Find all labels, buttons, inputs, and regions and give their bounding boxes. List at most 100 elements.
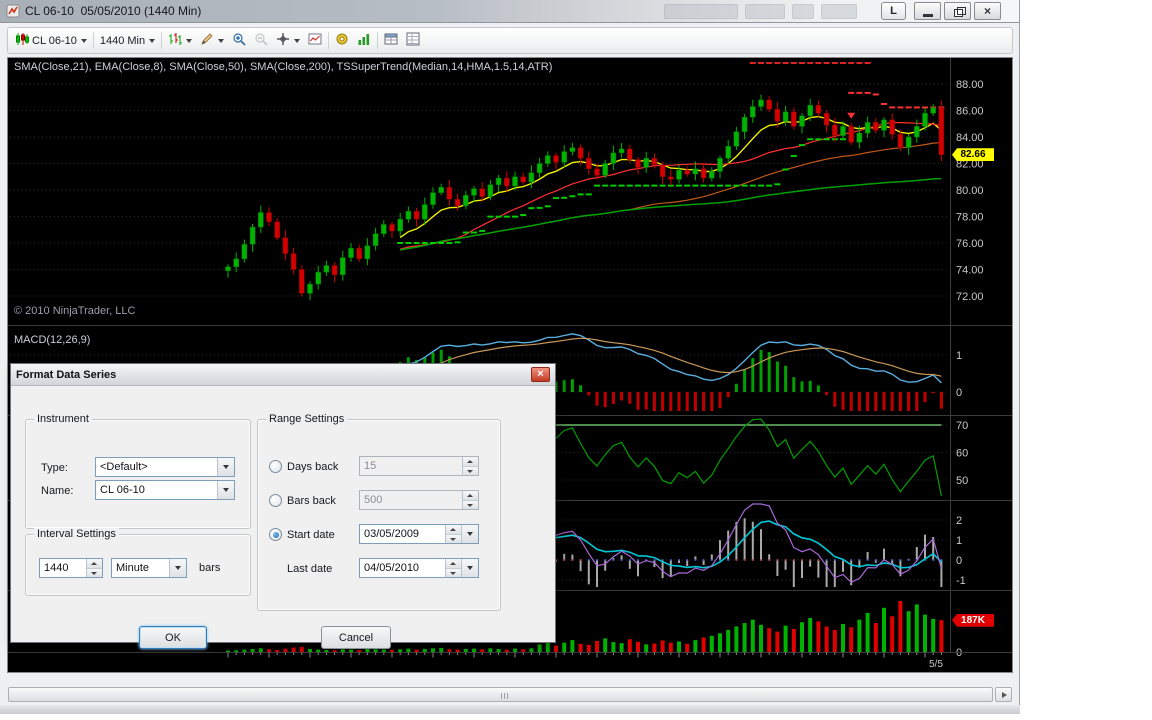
instrument-label: CL 06-10 <box>32 34 77 47</box>
zoom-out-button[interactable] <box>250 30 272 51</box>
range-settings-group-title: Range Settings <box>266 413 348 425</box>
spinner-arrows-icon[interactable] <box>86 559 102 577</box>
start-date-picker[interactable]: 03/05/2009 <box>359 524 479 544</box>
svg-text:-1: -1 <box>956 575 966 587</box>
ghost-box <box>821 3 857 19</box>
keyboard-l-button[interactable]: L <box>881 2 906 20</box>
instrument-group-title: Instrument <box>34 413 92 425</box>
chevron-down-icon[interactable] <box>169 559 186 577</box>
chart-toolbar: CL 06-10 1440 Min <box>7 27 1013 54</box>
bars-back-input[interactable]: 500 <box>359 490 479 510</box>
instrument-selector[interactable]: CL 06-10 <box>11 30 91 51</box>
days-back-label: Days back <box>287 461 339 473</box>
svg-text:1: 1 <box>956 535 962 547</box>
start-date-value: 03/05/2009 <box>364 528 420 540</box>
cancel-button[interactable]: Cancel <box>321 626 391 649</box>
strategies-icon <box>335 32 349 49</box>
draw-tools-button[interactable] <box>196 30 228 51</box>
calendar-dropdown-icon[interactable] <box>461 525 478 543</box>
strategies-button[interactable] <box>331 30 353 51</box>
zoom-in-icon <box>232 32 246 49</box>
interval-selector[interactable]: 1440 Min <box>96 33 159 49</box>
toolbar-separator <box>92 32 94 49</box>
scrollbar-right-arrow[interactable] <box>995 687 1012 702</box>
svg-text:50: 50 <box>956 475 968 487</box>
databox-button[interactable] <box>380 30 402 51</box>
spinner-arrows-icon[interactable] <box>445 525 461 543</box>
restore-button[interactable] <box>944 2 971 20</box>
calendar-dropdown-icon[interactable] <box>461 559 478 577</box>
last-date-label: Last date <box>287 563 333 575</box>
name-value: CL 06-10 <box>100 484 145 496</box>
copyright-label: © 2010 NinjaTrader, LLC <box>14 305 136 317</box>
toolbar-separator <box>328 32 330 49</box>
name-label: Name: <box>41 485 74 497</box>
svg-text:84.00: 84.00 <box>956 132 984 144</box>
zoom-in-button[interactable] <box>228 30 250 51</box>
days-back-input[interactable]: 15 <box>359 456 479 476</box>
last-price-badge: 82.66 <box>952 148 994 162</box>
scrollbar-grip-icon <box>501 693 510 699</box>
spinner-arrows-icon[interactable] <box>445 559 461 577</box>
chevron-down-icon <box>186 38 193 43</box>
restore-icon <box>954 7 966 17</box>
chevron-down-icon <box>80 38 87 43</box>
svg-text:70: 70 <box>956 420 968 432</box>
snapshot-icon <box>308 32 322 49</box>
chart-style-button[interactable] <box>164 30 196 51</box>
toolbar-separator <box>377 32 379 49</box>
svg-text:1: 1 <box>956 350 962 362</box>
window-titlebar[interactable]: CL 06-10 05/05/2010 (1440 Min) L × <box>0 0 1019 23</box>
svg-text:80.00: 80.00 <box>956 185 984 197</box>
last-date-picker[interactable]: 04/05/2010 <box>359 558 479 578</box>
type-dropdown[interactable]: <Default> <box>95 457 235 477</box>
desktop: CL 06-10 05/05/2010 (1440 Min) L × CL 06… <box>0 0 1152 720</box>
chart-style-icon <box>168 32 183 49</box>
close-button[interactable]: × <box>974 2 1001 20</box>
dialog-close-button[interactable]: × <box>531 367 550 382</box>
ghost-box <box>745 3 785 19</box>
type-label: Type: <box>41 462 68 474</box>
svg-text:0: 0 <box>956 387 962 399</box>
start-date-radio[interactable] <box>269 528 282 541</box>
spinner-arrows-icon[interactable] <box>462 491 478 509</box>
format-data-series-dialog: Format Data Series × Instrument Type: <D… <box>10 363 556 649</box>
background-window-ghost <box>664 2 870 20</box>
ghost-box <box>792 3 814 19</box>
bars-back-radio[interactable] <box>269 494 282 507</box>
last-date-value: 04/05/2010 <box>364 562 420 574</box>
chevron-down-icon[interactable] <box>217 481 234 499</box>
dialog-title: Format Data Series <box>16 368 117 381</box>
minimize-button[interactable] <box>914 2 941 20</box>
ok-button[interactable]: OK <box>139 626 207 649</box>
price-panel-indicators-label: SMA(Close,21), EMA(Close,8), SMA(Close,5… <box>14 61 553 73</box>
name-dropdown[interactable]: CL 06-10 <box>95 480 235 500</box>
ghost-box <box>664 3 738 19</box>
indicators-icon <box>357 32 371 49</box>
svg-text:0: 0 <box>956 555 962 567</box>
indicators-button[interactable] <box>353 30 375 51</box>
databox-icon <box>384 32 398 49</box>
horizontal-scrollbar[interactable] <box>8 686 1012 703</box>
properties-button[interactable] <box>402 30 424 51</box>
interval-settings-group-title: Interval Settings <box>34 528 119 540</box>
type-value: <Default> <box>100 461 148 473</box>
scrollbar-thumb[interactable] <box>8 687 993 702</box>
chevron-down-icon <box>218 38 225 43</box>
days-back-radio[interactable] <box>269 460 282 473</box>
interval-unit-value: Minute <box>116 562 150 574</box>
macd-panel-label: MACD(12,26,9) <box>14 334 91 346</box>
dialog-titlebar[interactable]: Format Data Series × <box>11 364 555 386</box>
interval-value-spinner[interactable]: 1440 <box>39 558 103 578</box>
svg-text:78.00: 78.00 <box>956 212 984 224</box>
bars-back-label: Bars back <box>287 495 336 507</box>
svg-text:5/5: 5/5 <box>929 659 943 670</box>
properties-icon <box>406 32 420 49</box>
chevron-down-icon[interactable] <box>217 458 234 476</box>
crosshair-button[interactable] <box>272 30 304 51</box>
svg-text:2: 2 <box>956 515 962 527</box>
last-volume-badge: 187K <box>952 613 994 627</box>
snapshot-button[interactable] <box>304 30 326 51</box>
spinner-arrows-icon[interactable] <box>462 457 478 475</box>
interval-unit-dropdown[interactable]: Minute <box>111 558 187 578</box>
